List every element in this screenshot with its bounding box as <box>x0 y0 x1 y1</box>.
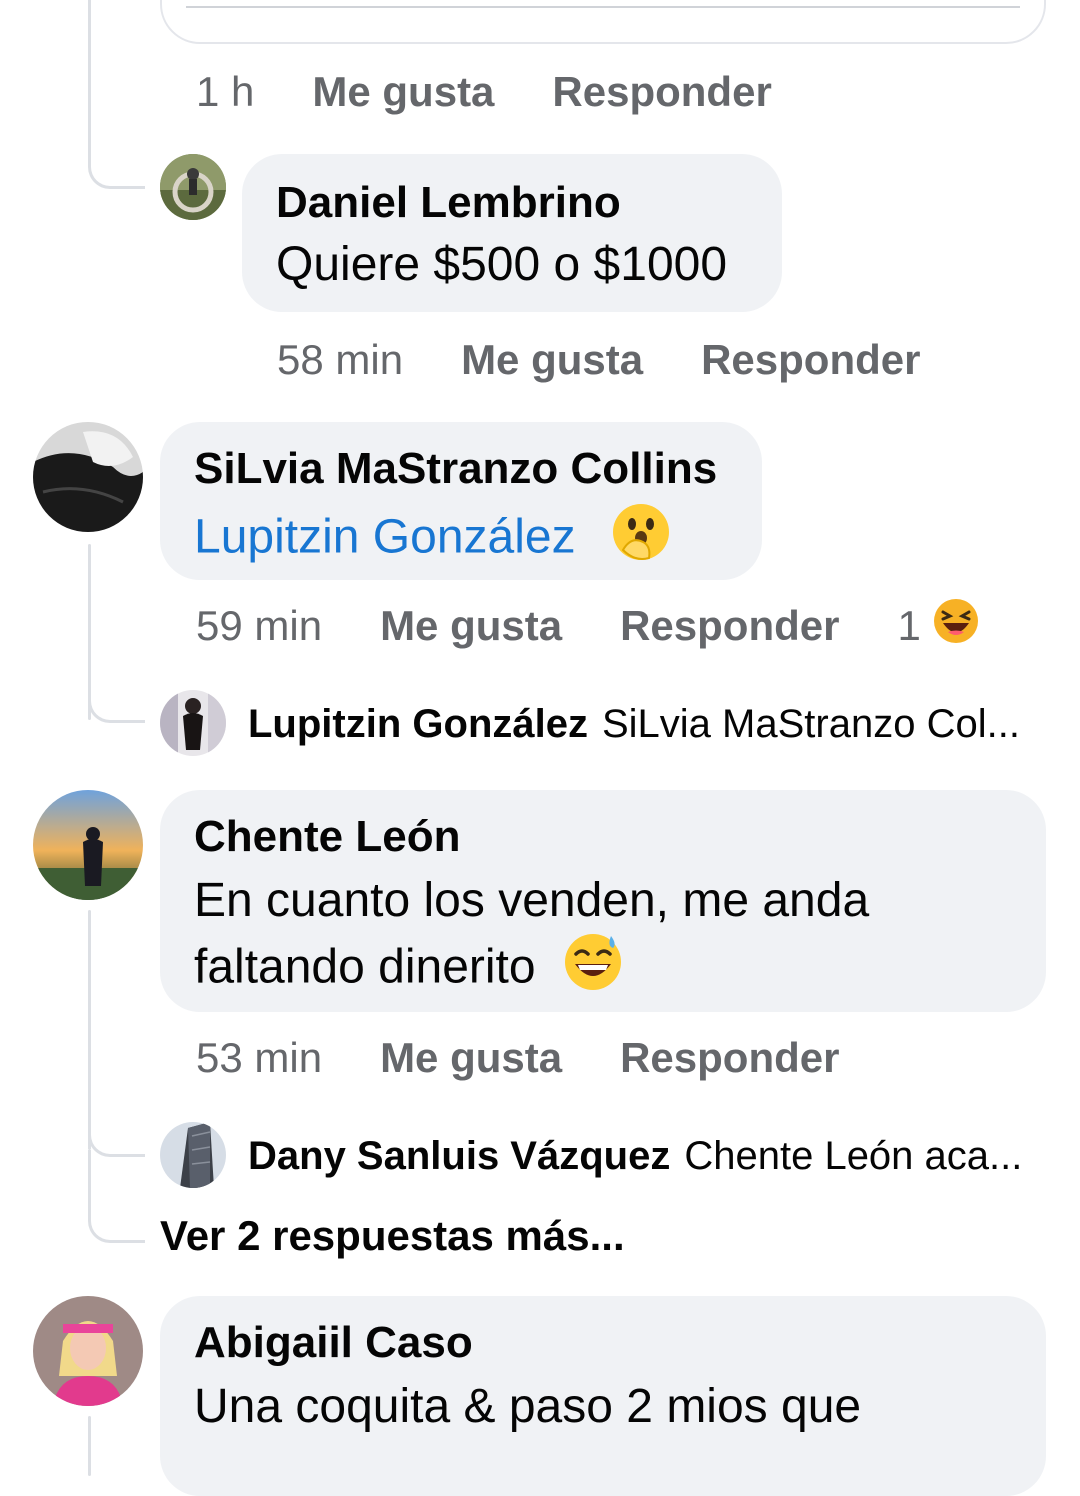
comment-text: Quiere $500 o $1000 <box>276 238 728 291</box>
avatar[interactable] <box>33 422 143 532</box>
reply-preview[interactable]: Lupitzin González SiLvia MaStranzo Col..… <box>248 696 1020 752</box>
comment-text: Lupitzin González <box>194 502 762 578</box>
reply-button[interactable]: Responder <box>620 602 839 650</box>
reaction-summary[interactable]: 1 <box>897 598 978 654</box>
comment-time: 53 min <box>196 1034 323 1081</box>
comment-actions: 1 h Me gusta Responder <box>196 64 772 120</box>
avatar[interactable] <box>160 690 226 756</box>
reply-text: SiLvia MaStranzo Col... <box>601 701 1020 746</box>
face-with-open-eyes-and-hand-over-mouth-icon <box>611 502 671 578</box>
comment-author[interactable]: SiLvia MaStranzo Collins <box>194 442 762 496</box>
view-more-replies-link[interactable]: Ver 2 respuestas más... <box>160 1212 625 1260</box>
comment-actions: 53 min Me gusta Responder <box>196 1030 839 1086</box>
avatar[interactable] <box>33 1296 143 1406</box>
reply-button[interactable]: Responder <box>701 336 920 384</box>
avatar[interactable] <box>160 154 226 220</box>
avatar[interactable] <box>160 1122 226 1188</box>
reply-button[interactable]: Responder <box>552 68 771 116</box>
comment-time: 59 min <box>196 602 323 649</box>
comment-bubble[interactable]: Chente León En cuanto los venden, me and… <box>160 790 1046 1012</box>
reply-button[interactable]: Responder <box>620 1034 839 1082</box>
thread-connector <box>88 680 145 723</box>
reply-text: Chente León aca... <box>684 1133 1023 1178</box>
mention-link[interactable]: Lupitzin González <box>194 511 576 564</box>
comment-bubble[interactable]: SiLvia MaStranzo Collins Lupitzin Gonzál… <box>160 422 762 580</box>
haha-reaction-icon <box>933 598 979 654</box>
comment-author[interactable]: Daniel Lembrino <box>276 176 782 230</box>
thread-line <box>88 1416 91 1476</box>
previous-comment-bubble <box>160 0 1046 44</box>
comment-time: 1 h <box>196 68 255 115</box>
person-avatar-image <box>33 1296 143 1406</box>
reply-author[interactable]: Dany Sanluis Vázquez <box>248 1134 670 1179</box>
comment-text: En cuanto los venden, me anda <box>194 874 870 927</box>
comment-bubble[interactable]: Daniel Lembrino Quiere $500 o $1000 <box>242 154 782 312</box>
reply-author[interactable]: Lupitzin González <box>248 702 588 747</box>
person-avatar-image <box>160 690 226 756</box>
comment-actions: 59 min Me gusta Responder 1 <box>196 598 979 654</box>
like-button[interactable]: Me gusta <box>461 336 643 384</box>
comment-author[interactable]: Abigaiil Caso <box>194 1316 1046 1370</box>
comment-text: faltando dinerito <box>194 932 1046 1008</box>
like-button[interactable]: Me gusta <box>380 602 562 650</box>
like-button[interactable]: Me gusta <box>312 68 494 116</box>
comment-text: Una coquita & paso 2 mios que <box>194 1380 862 1433</box>
person-avatar-image <box>160 154 226 220</box>
thread-connector <box>88 0 145 189</box>
reply-preview[interactable]: Dany Sanluis Vázquez Chente León aca... <box>248 1128 1022 1184</box>
link-preview-divider <box>186 6 1020 8</box>
person-avatar-image <box>33 422 143 532</box>
thread-connector <box>88 1150 145 1243</box>
comment-actions: 58 min Me gusta Responder <box>277 332 920 388</box>
comment-time: 58 min <box>277 336 404 383</box>
reaction-count: 1 <box>897 602 921 649</box>
like-button[interactable]: Me gusta <box>380 1034 562 1082</box>
person-avatar-image <box>160 1122 226 1188</box>
avatar[interactable] <box>33 790 143 900</box>
comment-text-line: faltando dinerito <box>194 940 536 994</box>
person-avatar-image <box>33 790 143 900</box>
grinning-face-with-sweat-icon <box>563 932 623 1008</box>
comment-author[interactable]: Chente León <box>194 810 1046 864</box>
comment-bubble[interactable]: Abigaiil Caso Una coquita & paso 2 mios … <box>160 1296 1046 1496</box>
